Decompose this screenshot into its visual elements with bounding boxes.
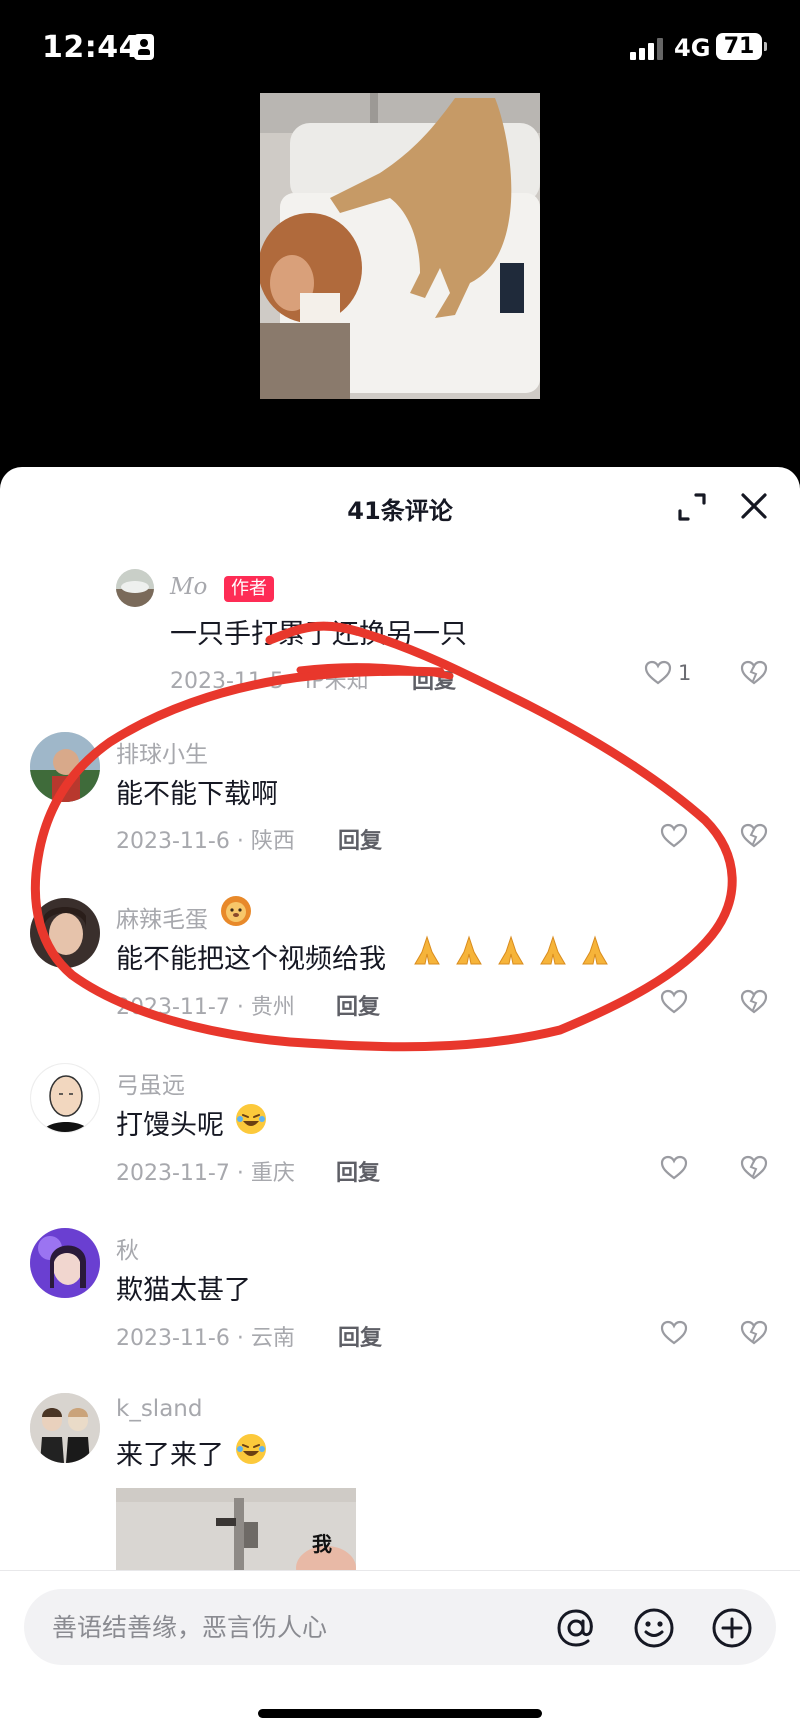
avatar[interactable] xyxy=(30,898,100,968)
comment-text: 能不能把这个视频给我 xyxy=(116,944,386,975)
reply-button[interactable]: 回复 xyxy=(338,1320,382,1352)
broken-heart-icon[interactable] xyxy=(740,659,768,687)
broken-heart-icon[interactable] xyxy=(740,1154,768,1182)
comment-author-name[interactable]: 弓虽远 xyxy=(116,1066,185,1100)
avatar-image xyxy=(30,1393,100,1463)
folded-hands-emoji-icon xyxy=(414,935,440,965)
status-bar: 12:44 4G 71 xyxy=(0,0,800,96)
comment-input-container[interactable] xyxy=(24,1589,776,1665)
avatar[interactable] xyxy=(30,732,100,802)
avatar[interactable] xyxy=(30,1063,100,1133)
avatar[interactable] xyxy=(30,1393,100,1463)
comment-meta: 2023-11-6 · 云南 xyxy=(116,1326,295,1351)
heart-icon[interactable] xyxy=(644,659,672,687)
comment-author-name[interactable]: k_sland xyxy=(116,1396,202,1422)
heart-icon[interactable] xyxy=(660,1319,688,1347)
folded-hands-emoji-icon xyxy=(456,935,482,965)
comment-meta: 2023-11-5 · IP未知 xyxy=(170,669,369,694)
comment-meta: 2023-11-7 · 贵州 xyxy=(116,995,295,1020)
reply-button[interactable]: 回复 xyxy=(336,1155,380,1187)
heart-icon[interactable] xyxy=(660,822,688,850)
comment-author-name[interactable]: 麻辣毛蛋 xyxy=(116,900,208,934)
folded-hands-emoji-icon xyxy=(582,935,608,965)
broken-heart-icon[interactable] xyxy=(740,1319,768,1347)
video-frame-image xyxy=(260,93,540,399)
folded-hands-emoji-icon xyxy=(498,935,524,965)
expand-button[interactable] xyxy=(676,491,708,523)
laughing-emoji-icon xyxy=(236,1434,266,1464)
signal-icon xyxy=(630,38,666,60)
heart-icon[interactable] xyxy=(660,1154,688,1182)
reply-button[interactable]: 回复 xyxy=(412,663,456,695)
contact-card-icon xyxy=(134,34,154,60)
comment-text: 打馒头呢 xyxy=(116,1110,224,1141)
lion-emoji-icon xyxy=(221,896,251,926)
comment-text: 能不能下载啊 xyxy=(116,779,278,810)
close-button[interactable] xyxy=(737,489,771,523)
comment-text: 来了来了 xyxy=(116,1440,224,1471)
home-indicator[interactable] xyxy=(258,1709,542,1718)
avatar[interactable] xyxy=(30,1228,100,1298)
avatar-image xyxy=(30,898,100,968)
laughing-emoji-icon xyxy=(236,1104,266,1134)
reply-button[interactable]: 回复 xyxy=(336,989,380,1021)
broken-heart-icon[interactable] xyxy=(740,822,768,850)
avatar[interactable] xyxy=(116,569,154,607)
smiley-icon[interactable] xyxy=(632,1606,676,1650)
broken-heart-icon[interactable] xyxy=(740,988,768,1016)
like-count: 1 xyxy=(678,661,692,685)
author-badge: 作者 xyxy=(224,576,274,602)
avatar-image xyxy=(30,1228,100,1298)
comment-meta: 2023-11-7 · 重庆 xyxy=(116,1161,295,1186)
comment-input-bar xyxy=(0,1570,800,1731)
reply-button[interactable]: 回复 xyxy=(338,823,382,855)
comment-input[interactable] xyxy=(52,1607,552,1647)
plus-icon[interactable] xyxy=(710,1606,754,1650)
network-type: 4G xyxy=(674,34,711,62)
video-preview[interactable] xyxy=(260,93,540,399)
comment-author-name[interactable]: 秋 xyxy=(116,1231,139,1265)
attached-image-caption: 我 xyxy=(312,1532,332,1556)
comment-author-name[interactable]: Mo xyxy=(170,574,207,600)
comment-text: 一只手打累了还换另一只 xyxy=(170,619,467,650)
avatar-image xyxy=(31,1064,99,1132)
close-icon xyxy=(741,493,767,519)
expand-icon xyxy=(678,493,706,521)
comment-author-name[interactable]: 排球小生 xyxy=(116,735,208,769)
heart-icon[interactable] xyxy=(660,988,688,1016)
at-icon[interactable] xyxy=(554,1606,598,1650)
comment-meta: 2023-11-6 · 陕西 xyxy=(116,829,295,854)
battery-icon: 71 xyxy=(716,33,767,60)
status-time: 12:44 xyxy=(42,30,140,65)
comment-text: 欺猫太甚了 xyxy=(116,1275,251,1306)
avatar-image xyxy=(30,732,100,802)
avatar-image xyxy=(116,569,154,607)
folded-hands-emoji-icon xyxy=(540,935,566,965)
